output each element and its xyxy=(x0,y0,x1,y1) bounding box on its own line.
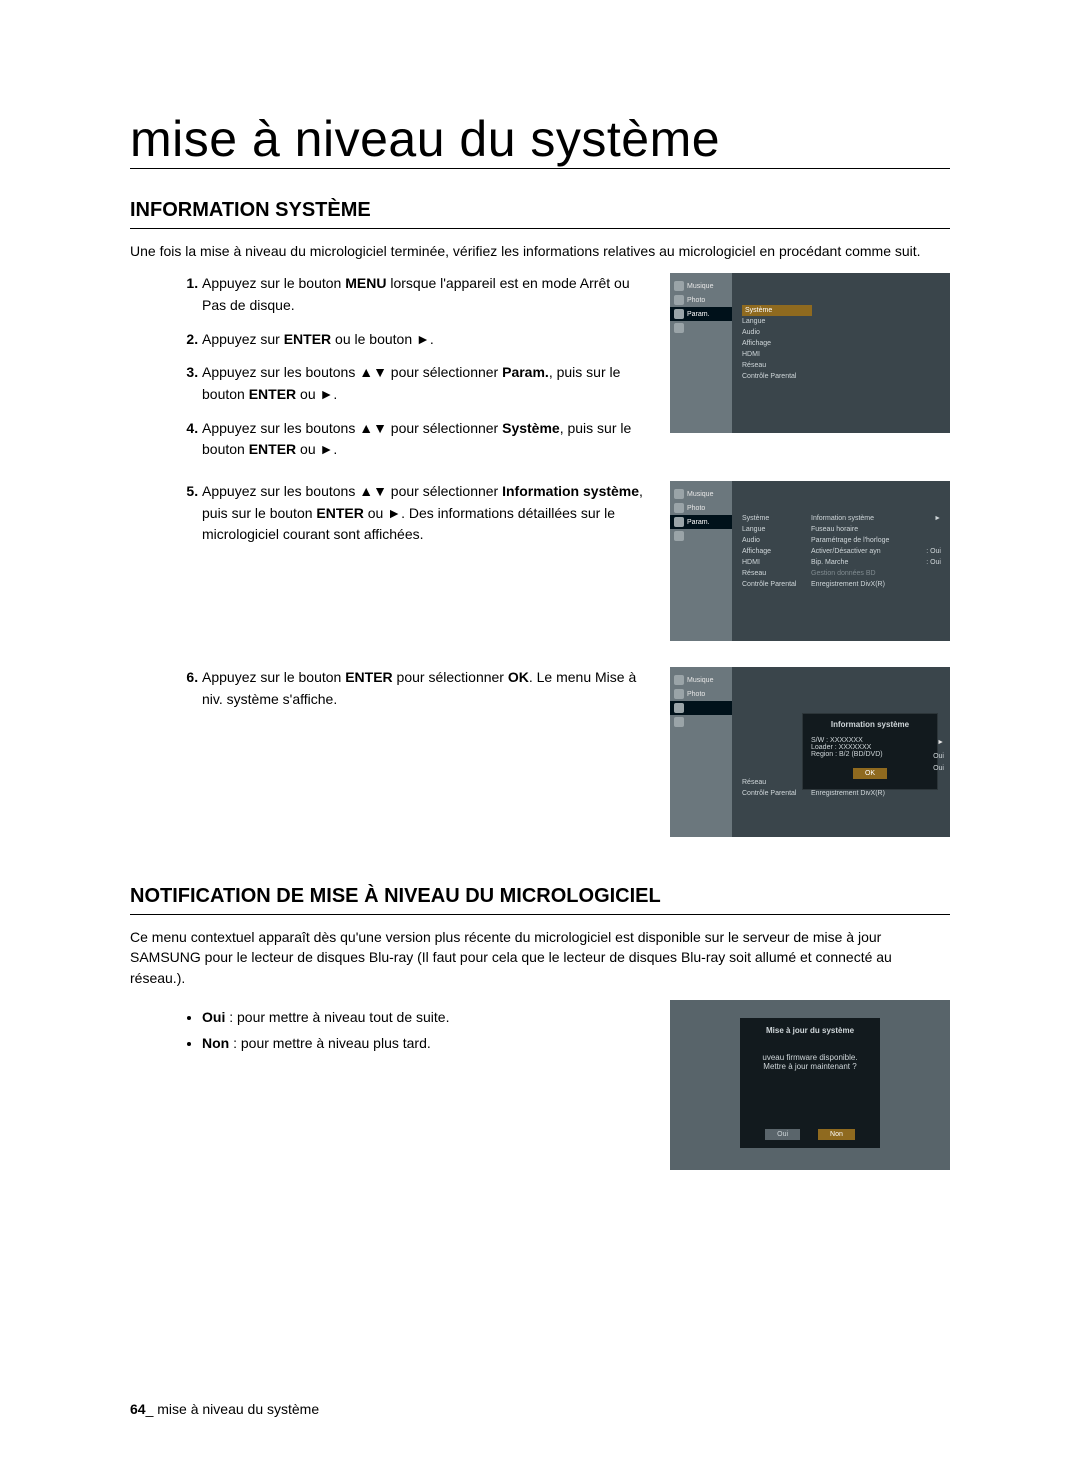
bullet-oui: Oui : pour mettre à niveau tout de suite… xyxy=(202,1006,650,1028)
music-icon xyxy=(674,489,684,499)
popup-update: Mise à jour du système uveau firmware di… xyxy=(740,1018,880,1148)
steps-list: Appuyez sur les boutons ▲▼ pour sélectio… xyxy=(130,481,650,546)
page-footer: 64_ mise à niveau du système xyxy=(130,1401,319,1417)
screenshot-3: Musique Photo Réseau Contrôle Parental G… xyxy=(670,667,950,837)
steps-list: Appuyez sur le bouton MENU lorsque l'app… xyxy=(130,273,650,461)
page-title: mise à niveau du système xyxy=(130,110,950,169)
ok-button[interactable]: OK xyxy=(853,768,887,779)
section-intro-2: Ce menu contextuel apparaît dès qu'une v… xyxy=(130,927,950,988)
screenshot-2: Musique Photo Param. Système Langue Audi… xyxy=(670,481,950,641)
info-icon xyxy=(674,717,684,727)
photo-icon xyxy=(674,295,684,305)
steps-list: Appuyez sur le bouton ENTER pour sélecti… xyxy=(130,667,650,710)
overlay-info: Information système S/W : XXXXXXX Loader… xyxy=(802,713,938,790)
photo-icon xyxy=(674,689,684,699)
music-icon xyxy=(674,675,684,685)
step-2: Appuyez sur ENTER ou le bouton ►. xyxy=(202,329,650,351)
step-3: Appuyez sur les boutons ▲▼ pour sélectio… xyxy=(202,362,650,405)
info-icon xyxy=(674,531,684,541)
photo-icon xyxy=(674,503,684,513)
bullet-non: Non : pour mettre à niveau plus tard. xyxy=(202,1032,650,1054)
step-5: Appuyez sur les boutons ▲▼ pour sélectio… xyxy=(202,481,650,546)
screenshot-4: Mise à jour du système uveau firmware di… xyxy=(670,1000,950,1170)
gear-icon xyxy=(674,703,684,713)
screenshot-1: Musique Photo Param. Système Langue Audi… xyxy=(670,273,950,433)
section-intro: Une fois la mise à niveau du micrologici… xyxy=(130,241,950,261)
step-4: Appuyez sur les boutons ▲▼ pour sélectio… xyxy=(202,418,650,461)
popup-oui-button[interactable]: Oui xyxy=(765,1129,800,1140)
step-6: Appuyez sur le bouton ENTER pour sélecti… xyxy=(202,667,650,710)
step-1: Appuyez sur le bouton MENU lorsque l'app… xyxy=(202,273,650,316)
gear-icon xyxy=(674,517,684,527)
bullet-list: Oui : pour mettre à niveau tout de suite… xyxy=(130,1006,650,1055)
info-icon xyxy=(674,323,684,333)
section-heading-notif: NOTIFICATION DE MISE À NIVEAU DU MICROLO… xyxy=(130,885,950,915)
popup-non-button[interactable]: Non xyxy=(818,1129,855,1140)
gear-icon xyxy=(674,309,684,319)
music-icon xyxy=(674,281,684,291)
section-heading-info: INFORMATION SYSTÈME xyxy=(130,199,950,229)
